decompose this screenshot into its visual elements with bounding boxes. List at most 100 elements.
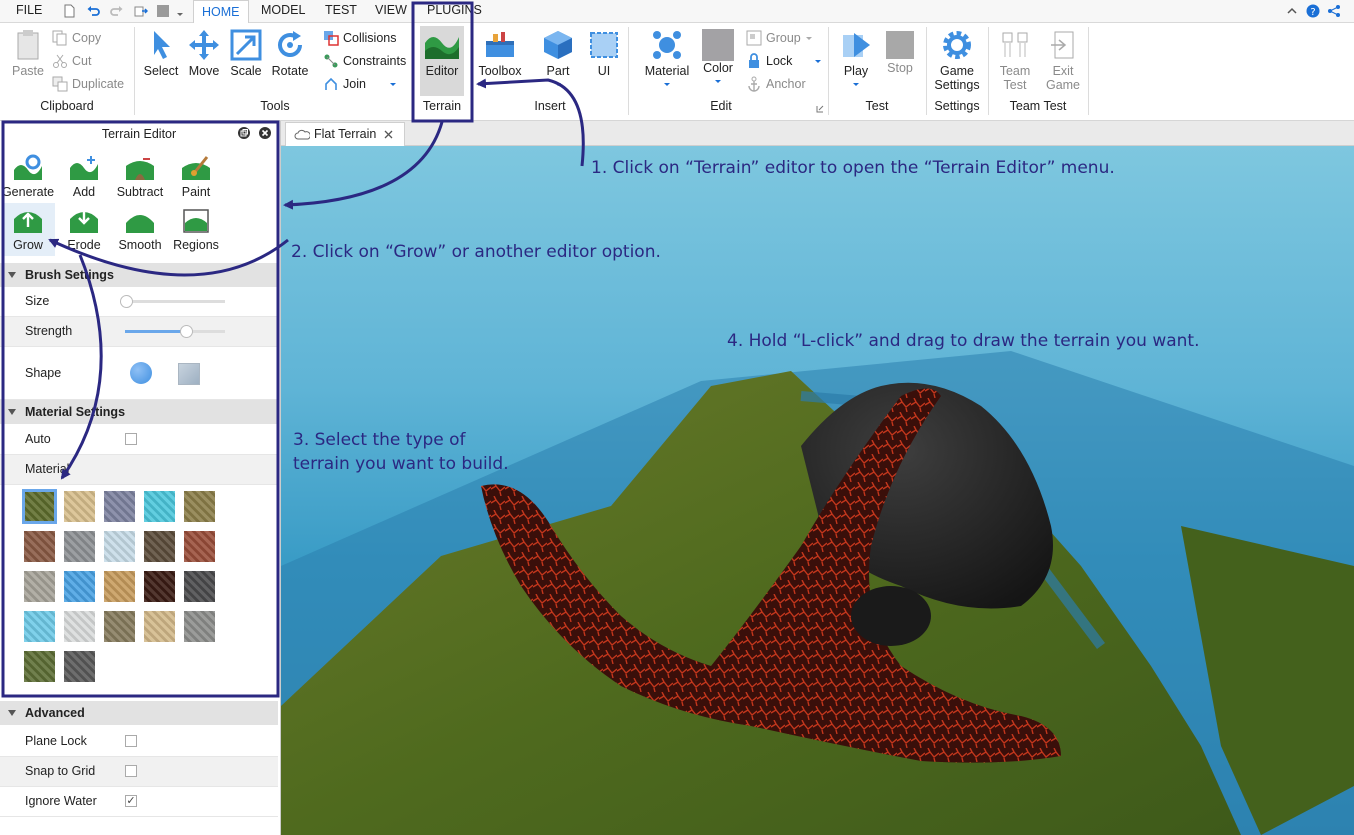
menu-home[interactable]: HOME	[193, 0, 249, 23]
material-swatch-leafy-grass[interactable]	[24, 651, 55, 682]
scale-button[interactable]: Scale	[226, 29, 266, 78]
tool-generate[interactable]: Generate	[0, 154, 56, 199]
undo-icon[interactable]	[86, 4, 100, 18]
close-icon[interactable]	[384, 130, 393, 139]
3d-viewport[interactable]: 1. Click on “Terrain” editor to open the…	[281, 146, 1354, 835]
menu-model[interactable]: MODEL	[261, 3, 305, 17]
play-button[interactable]: Play	[836, 29, 876, 92]
material-swatch-sand[interactable]	[64, 491, 95, 522]
material-swatch-concrete[interactable]	[24, 571, 55, 602]
advanced-header[interactable]: Advanced	[0, 701, 278, 725]
tool-subtract[interactable]: Subtract	[112, 154, 168, 199]
snap-to-grid-checkbox[interactable]	[125, 765, 137, 777]
size-slider[interactable]	[120, 295, 225, 308]
tool-smooth[interactable]: Smooth	[112, 207, 168, 252]
team-test-button[interactable]: Team Test	[994, 29, 1036, 92]
material-swatch-limestone[interactable]	[184, 611, 215, 642]
strength-slider[interactable]	[125, 325, 225, 338]
material-swatch-woodplanks[interactable]	[104, 571, 135, 602]
cut-label: Cut	[72, 54, 92, 68]
quick-access-dropdown-icon[interactable]	[176, 4, 184, 18]
material-swatch-slate[interactable]	[104, 491, 135, 522]
publish-icon[interactable]	[134, 4, 148, 18]
tool-paint[interactable]: Paint	[168, 154, 224, 199]
chevron-down-icon[interactable]	[714, 78, 722, 86]
ignore-water-checkbox[interactable]: ✓	[125, 795, 137, 807]
ui-button[interactable]: UI	[586, 29, 622, 78]
duplicate-button[interactable]: Duplicate	[52, 75, 124, 93]
cube-shape-button[interactable]	[178, 363, 200, 385]
close-icon[interactable]	[259, 127, 271, 139]
toolbox-button[interactable]: Toolbox	[476, 29, 524, 78]
menu-plugins[interactable]: PLUGINS	[427, 3, 482, 17]
cut-button[interactable]: Cut	[52, 52, 91, 70]
collisions-toggle[interactable]: Collisions	[323, 29, 397, 47]
chevron-down-icon[interactable]	[663, 81, 671, 89]
chevron-down-icon[interactable]	[389, 81, 397, 89]
move-button[interactable]: Move	[184, 29, 224, 78]
share-icon[interactable]	[1327, 4, 1341, 18]
material-swatch-brick[interactable]	[184, 531, 215, 562]
tool-regions[interactable]: Regions	[168, 207, 224, 252]
constraints-toggle[interactable]: Constraints	[323, 52, 406, 70]
material-swatch-sandstone[interactable]	[144, 611, 175, 642]
material-swatch-water[interactable]	[144, 491, 175, 522]
help-icon[interactable]: ?	[1306, 4, 1320, 18]
material-swatch-cracked-lava[interactable]	[144, 571, 175, 602]
tab-flat-terrain[interactable]: Flat Terrain	[285, 122, 405, 146]
material-swatch-ground[interactable]	[184, 491, 215, 522]
material-swatch-glacier[interactable]	[64, 571, 95, 602]
stop-square-icon[interactable]	[156, 4, 170, 18]
join-dropdown[interactable]: Join	[323, 75, 366, 93]
group-button[interactable]: Group	[746, 29, 801, 47]
material-settings-header[interactable]: Material Settings	[0, 400, 278, 424]
size-slider-thumb[interactable]	[120, 295, 133, 308]
material-swatch-basalt[interactable]	[184, 571, 215, 602]
material-swatch-grass[interactable]	[22, 489, 57, 524]
part-button[interactable]: Part	[536, 29, 580, 92]
join-label: Join	[343, 77, 366, 91]
tool-add[interactable]: Add	[56, 154, 112, 199]
lock-button[interactable]: Lock	[746, 52, 792, 70]
chevron-down-icon[interactable]	[852, 81, 860, 89]
tool-grow[interactable]: Grow	[0, 207, 56, 252]
rotate-button[interactable]: Rotate	[268, 29, 312, 78]
plane-lock-checkbox[interactable]	[125, 735, 137, 747]
terrain-editor-button[interactable]: Editor	[420, 29, 464, 78]
dialog-launcher-icon[interactable]	[816, 105, 824, 113]
material-swatch-ice[interactable]	[24, 611, 55, 642]
material-swatch-salt[interactable]	[64, 611, 95, 642]
material-swatch-mud[interactable]	[144, 531, 175, 562]
material-button[interactable]: Material	[640, 29, 694, 92]
chevron-down-icon[interactable]	[805, 35, 813, 43]
copy-button[interactable]: Copy	[52, 29, 101, 47]
select-button[interactable]: Select	[140, 29, 182, 78]
material-swatch-wood[interactable]	[24, 531, 55, 562]
redo-icon[interactable]	[110, 4, 124, 18]
material-swatch-rock[interactable]	[64, 531, 95, 562]
edit-group-label: Edit	[710, 99, 732, 113]
collapse-ribbon-icon[interactable]	[1285, 4, 1299, 18]
float-panel-icon[interactable]	[238, 127, 250, 139]
exit-game-button[interactable]: Exit Game	[1042, 29, 1084, 92]
plane-lock-row: Plane Lock	[0, 727, 278, 757]
stop-button[interactable]: Stop	[880, 29, 920, 75]
menu-file[interactable]: FILE	[16, 3, 42, 17]
tool-erode[interactable]: Erode	[56, 207, 112, 252]
menu-view[interactable]: VIEW	[375, 3, 407, 17]
paste-button[interactable]: Paste	[8, 29, 48, 78]
material-swatch-snow[interactable]	[104, 531, 135, 562]
material-swatch-cobblestone[interactable]	[104, 611, 135, 642]
game-settings-button[interactable]: Game Settings	[930, 29, 984, 92]
chevron-down-icon[interactable]	[814, 58, 822, 66]
menu-test[interactable]: TEST	[325, 3, 357, 17]
chevron-down-icon[interactable]	[554, 81, 562, 89]
anchor-button[interactable]: Anchor	[746, 75, 806, 93]
strength-slider-thumb[interactable]	[180, 325, 193, 338]
brush-settings-header[interactable]: Brush Settings	[0, 263, 278, 287]
new-file-icon[interactable]	[62, 4, 76, 18]
auto-checkbox[interactable]	[125, 433, 137, 445]
color-button[interactable]: Color	[700, 29, 736, 89]
material-swatch-pavement[interactable]	[64, 651, 95, 682]
sphere-shape-button[interactable]	[130, 362, 152, 384]
